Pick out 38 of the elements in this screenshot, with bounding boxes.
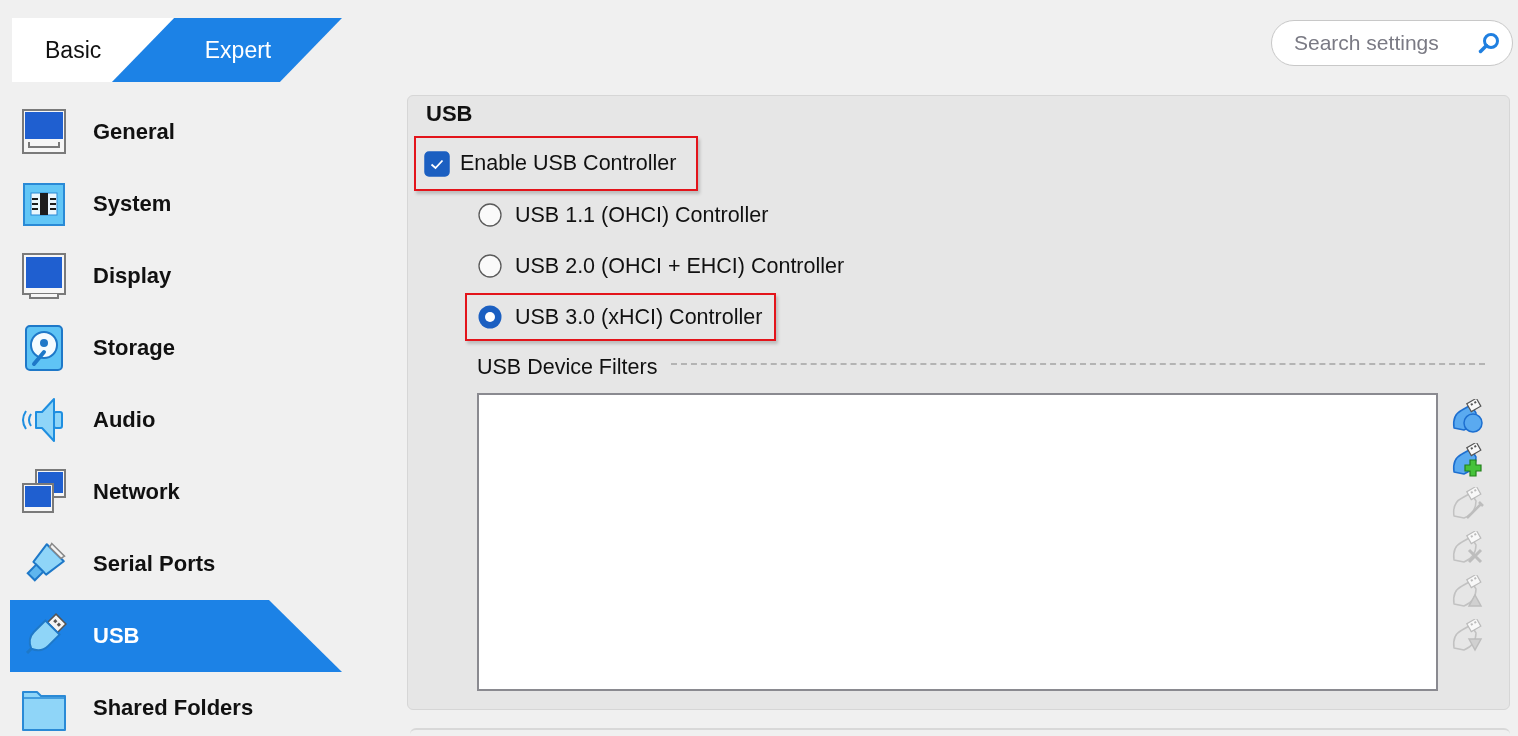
sidebar-label: USB: [93, 623, 140, 649]
usb-plug-icon[interactable]: [1451, 399, 1485, 433]
sidebar-item[interactable]: Shared Folders: [10, 672, 342, 736]
sidebar-item[interactable]: System: [10, 168, 342, 240]
sidebar-item[interactable]: Serial Ports: [10, 528, 342, 600]
sidebar-label: Storage: [93, 335, 175, 361]
search-icon[interactable]: [1478, 32, 1500, 54]
usb-plug-plus-icon[interactable]: [1451, 443, 1485, 477]
radio-option[interactable]: USB 1.1 (OHCI) Controller: [465, 191, 783, 239]
sidebar-label: Shared Folders: [93, 695, 254, 721]
radio-label: USB 3.0 (xHCI) Controller: [515, 304, 763, 330]
radio-option[interactable]: USB 2.0 (OHCI + EHCI) Controller: [465, 242, 859, 290]
sidebar-label: Audio: [93, 407, 156, 433]
radio-label: USB 1.1 (OHCI) Controller: [515, 202, 769, 228]
monitor-icon: [20, 252, 68, 300]
checkbox-label: Enable USB Controller: [460, 151, 677, 176]
checkbox[interactable]: [424, 150, 450, 177]
section-title: USB: [426, 100, 474, 128]
monitor-icon: [20, 108, 68, 156]
sidebar-item[interactable]: General: [10, 96, 342, 168]
two-monitors-icon: [20, 468, 68, 516]
radio-label: USB 2.0 (OHCI + EHCI) Controller: [515, 253, 845, 279]
search-field[interactable]: Search settings: [1271, 20, 1513, 66]
sidebar-label: System: [93, 191, 172, 217]
sidebar-label: Display: [93, 263, 172, 289]
sidebar-item[interactable]: Network: [10, 456, 342, 528]
sidebar-item[interactable]: Display: [10, 240, 342, 312]
radio-button[interactable]: [478, 305, 502, 329]
radio-button[interactable]: [478, 254, 502, 278]
group-title: USB Device Filters: [477, 354, 658, 380]
sidebar-label: Serial Ports: [93, 551, 216, 577]
sidebar-item-selected[interactable]: USB: [10, 600, 342, 672]
sidebar-label: Network: [93, 479, 180, 505]
sidebar-item[interactable]: Audio: [10, 384, 342, 456]
radio-button[interactable]: [478, 203, 502, 227]
chip-icon: [20, 180, 68, 228]
sidebar-label: General: [93, 119, 175, 145]
sidebar-item[interactable]: Storage: [10, 312, 342, 384]
